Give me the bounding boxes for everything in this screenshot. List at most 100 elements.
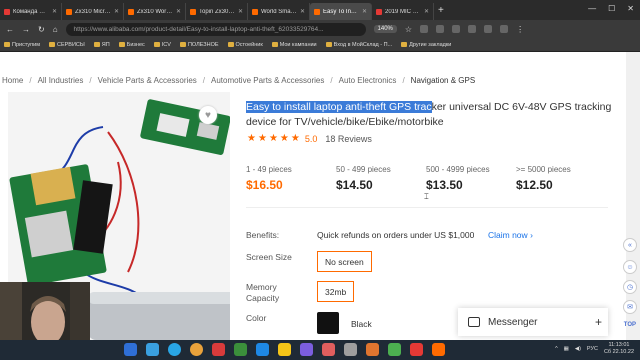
close-tab-icon[interactable]: ✕ <box>300 8 305 15</box>
favorite-heart-icon[interactable]: ♥ <box>199 106 217 124</box>
bookmark-item[interactable]: Остоейник <box>227 42 263 48</box>
system-tray: ^ ▦ ◀) РУС 11:13:01 Сб 22.10.22 <box>555 342 634 356</box>
zoom-level[interactable]: 140% <box>373 25 397 33</box>
bookmark-item[interactable]: ПОЛЕЗНОЕ <box>179 42 219 48</box>
screen-size-option[interactable]: No screen <box>317 251 372 272</box>
tab-0[interactable]: Команда Навального✕ <box>0 3 62 20</box>
bookmark-star-icon[interactable]: ☆ <box>405 25 412 34</box>
collapse-chevron-icon[interactable]: « <box>623 238 637 252</box>
app-icon[interactable] <box>256 343 269 356</box>
add-icon[interactable]: + <box>595 315 602 329</box>
tab-4[interactable]: World Smallest Mini✕ <box>248 3 310 20</box>
chat-side-icon[interactable]: ✉ <box>623 300 637 314</box>
breadcrumb-separator: / <box>330 76 333 85</box>
messenger-widget[interactable]: Messenger + <box>458 308 608 336</box>
folder-icon <box>4 42 10 47</box>
reload-icon[interactable]: ↻ <box>38 25 45 34</box>
language-indicator[interactable]: РУС <box>587 346 598 352</box>
browser-tab-bar: Команда Навального✕ Zx310 Micro Gsm✕ Zx3… <box>0 0 640 20</box>
breadcrumb-link[interactable]: Vehicle Parts & Accessories <box>98 76 197 85</box>
folder-icon[interactable] <box>278 343 291 356</box>
url-field[interactable]: https://www.alibaba.com/product-detail/E… <box>65 22 366 36</box>
close-tab-icon[interactable]: ✕ <box>52 8 57 15</box>
extension-icon[interactable] <box>436 25 445 33</box>
extension-icon[interactable] <box>452 25 461 33</box>
bookmark-item[interactable]: ICV <box>153 42 171 48</box>
tab-3[interactable]: Topin Zx302 Micro✕ <box>186 3 248 20</box>
new-tab-button[interactable]: + <box>438 5 444 16</box>
app-icon[interactable] <box>212 343 225 356</box>
bookmark-item[interactable]: СЕРВИСЫ <box>49 42 85 48</box>
telegram-icon[interactable] <box>168 343 181 356</box>
color-swatch-black[interactable] <box>317 312 339 334</box>
bookmark-item-other[interactable]: Другие закладки <box>401 42 451 48</box>
folder-icon <box>93 42 100 47</box>
app-icon[interactable] <box>146 343 159 356</box>
app-icon[interactable] <box>300 343 313 356</box>
tab-5[interactable]: Easy To Install Lap✕ <box>310 3 372 20</box>
app-icon[interactable] <box>410 343 423 356</box>
app-icon[interactable] <box>344 343 357 356</box>
bookmark-item[interactable]: Бизнес <box>118 42 145 48</box>
extension-icon[interactable] <box>484 25 493 33</box>
bookmark-item[interactable]: Мои кампании <box>271 42 317 48</box>
reviews-link[interactable]: 18 Reviews <box>325 134 372 144</box>
folder-icon <box>271 42 278 47</box>
breadcrumb-link[interactable]: All Industries <box>38 76 84 85</box>
memory-capacity-option[interactable]: 32mb <box>317 281 355 302</box>
close-tab-icon[interactable]: ✕ <box>114 8 119 15</box>
back-icon[interactable]: ← <box>6 25 14 34</box>
app-icon[interactable] <box>432 343 445 356</box>
chevron-right-icon: › <box>530 230 533 240</box>
home-icon[interactable]: ⌂ <box>53 25 58 34</box>
history-icon[interactable]: ◷ <box>623 280 637 294</box>
forward-icon[interactable]: → <box>22 25 30 34</box>
menu-icon[interactable]: ⋮ <box>516 25 524 34</box>
close-tab-icon[interactable]: ✕ <box>362 8 367 15</box>
close-tab-icon[interactable]: ✕ <box>424 8 429 15</box>
bookmark-item[interactable]: Приступим <box>4 42 40 48</box>
volume-icon[interactable]: ◀) <box>575 346 581 352</box>
extension-icon[interactable] <box>420 25 429 33</box>
price-tier: 50 - 499 pieces $14.50 <box>336 165 391 192</box>
breadcrumb-link[interactable]: Automotive Parts & Accessories <box>211 76 324 85</box>
profile-icon[interactable]: ☺ <box>623 260 637 274</box>
page-content: Home / All Industries / Vehicle Parts & Ac… <box>0 52 640 340</box>
minimize-icon[interactable]: — <box>588 4 596 13</box>
app-icon[interactable] <box>322 343 335 356</box>
bookmark-item[interactable]: Вход в МойСклад - П... <box>325 42 392 48</box>
clock[interactable]: 11:13:01 Сб 22.10.22 <box>604 342 634 356</box>
tab-2[interactable]: Zx310 World Smallest✕ <box>124 3 186 20</box>
breadcrumb-current[interactable]: Navigation & GPS <box>411 76 475 85</box>
back-to-top-button[interactable]: TOP <box>624 322 636 328</box>
close-window-icon[interactable]: ✕ <box>627 4 634 13</box>
breadcrumb-link[interactable]: Home <box>2 76 23 85</box>
chrome-icon[interactable] <box>190 343 203 356</box>
close-tab-icon[interactable]: ✕ <box>238 8 243 15</box>
tab-6[interactable]: 2019 MIC Аудио✕ <box>372 3 434 20</box>
folder-icon <box>153 42 160 47</box>
divider <box>246 207 608 208</box>
bookmark-item[interactable]: ЯП <box>93 42 110 48</box>
star-icon: ★ <box>257 133 267 144</box>
app-icon[interactable] <box>366 343 379 356</box>
extension-icon[interactable] <box>500 25 509 33</box>
app-icon[interactable] <box>124 343 137 356</box>
tab-1[interactable]: Zx310 Micro Gsm✕ <box>62 3 124 20</box>
maximize-icon[interactable]: ☐ <box>608 4 615 13</box>
network-icon[interactable]: ▦ <box>564 346 569 352</box>
taskbar-apps <box>124 343 445 356</box>
claim-now-link[interactable]: Claim now › <box>488 230 533 240</box>
app-icon[interactable] <box>388 343 401 356</box>
benefits-label: Benefits: <box>246 230 280 240</box>
chat-icon <box>468 317 480 327</box>
breadcrumb-link[interactable]: Auto Electronics <box>339 76 397 85</box>
close-tab-icon[interactable]: ✕ <box>176 8 181 15</box>
scrollbar[interactable] <box>626 52 640 340</box>
tray-chevron-icon[interactable]: ^ <box>555 346 558 352</box>
tab-favicon-icon <box>376 8 382 15</box>
extension-icon[interactable] <box>468 25 477 33</box>
app-icon[interactable] <box>234 343 247 356</box>
star-icon: ★ <box>279 133 289 144</box>
breadcrumb: Home / All Industries / Vehicle Parts & Ac… <box>2 76 475 85</box>
